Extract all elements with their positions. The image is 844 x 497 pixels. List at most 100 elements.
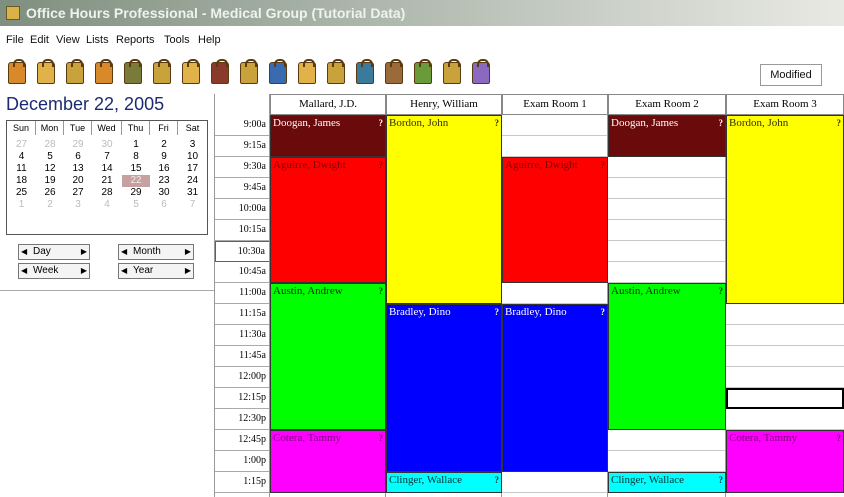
appointment-info-icon[interactable]: ?: [495, 116, 500, 130]
appointment-block[interactable]: Cotera, Tammy?: [270, 430, 386, 493]
appointment-block[interactable]: Clinger, Wallace?: [608, 472, 726, 493]
appointment-block[interactable]: Doogan, James?: [608, 115, 726, 157]
appointment-info-icon[interactable]: ?: [719, 473, 724, 487]
month-nav-button[interactable]: Month: [118, 244, 194, 260]
calendar-day[interactable]: 29: [122, 187, 150, 199]
toolbar-icon-5[interactable]: [124, 59, 142, 84]
calendar-day[interactable]: 30: [92, 139, 122, 151]
toolbar-icon-3[interactable]: [66, 59, 84, 84]
appointment-info-icon[interactable]: ?: [379, 284, 384, 298]
appointment-info-icon[interactable]: ?: [837, 116, 842, 130]
menu-help[interactable]: Help: [198, 34, 221, 46]
calendar-day[interactable]: 29: [64, 139, 92, 151]
appointment-block[interactable]: Cotera, Tammy?: [726, 430, 844, 493]
calendar-day[interactable]: 15: [122, 163, 150, 175]
calendar-day[interactable]: 11: [7, 163, 36, 175]
calendar-day[interactable]: 7: [178, 199, 207, 211]
appointment-info-icon[interactable]: ?: [837, 431, 842, 445]
calendar-day[interactable]: 23: [150, 175, 178, 187]
appointment-info-icon[interactable]: ?: [379, 158, 384, 172]
toolbar-icon-4[interactable]: [95, 59, 113, 84]
toolbar-icon-13[interactable]: [356, 59, 374, 84]
year-nav-button[interactable]: Year: [118, 263, 194, 279]
calendar-day[interactable]: 10: [178, 151, 207, 163]
menu-file[interactable]: File: [6, 34, 24, 46]
calendar-day[interactable]: 27: [64, 187, 92, 199]
calendar-day[interactable]: 25: [7, 187, 36, 199]
appointment-info-icon[interactable]: ?: [601, 158, 606, 172]
appointment-block[interactable]: Aguirre, Dwight?: [502, 157, 608, 283]
toolbar-icon-7[interactable]: [182, 59, 200, 84]
calendar-day[interactable]: 16: [150, 163, 178, 175]
appointment-block[interactable]: Austin, Andrew?: [270, 283, 386, 430]
selected-slot[interactable]: [726, 388, 844, 409]
calendar-day[interactable]: 30: [150, 187, 178, 199]
toolbar-icon-8[interactable]: [211, 59, 229, 84]
column-header-5[interactable]: Exam Room 3: [726, 94, 844, 115]
column-header-3[interactable]: Exam Room 1: [502, 94, 608, 115]
toolbar-icon-15[interactable]: [414, 59, 432, 84]
appointment-info-icon[interactable]: ?: [495, 473, 500, 487]
calendar-day[interactable]: 19: [36, 175, 64, 187]
calendar-day[interactable]: 1: [7, 199, 36, 211]
menu-view[interactable]: View: [56, 34, 80, 46]
appointment-block[interactable]: Clinger, Wallace?: [386, 472, 502, 493]
calendar-day[interactable]: 28: [36, 139, 64, 151]
calendar-day[interactable]: 9: [150, 151, 178, 163]
appointment-info-icon[interactable]: ?: [379, 116, 384, 130]
calendar-day[interactable]: 24: [178, 175, 207, 187]
column-header-2[interactable]: Henry, William: [386, 94, 502, 115]
calendar-day[interactable]: 21: [92, 175, 122, 187]
menu-reports[interactable]: Reports: [116, 34, 155, 46]
toolbar-icon-10[interactable]: [269, 59, 287, 84]
toolbar-icon-14[interactable]: [385, 59, 403, 84]
day-nav-button[interactable]: Day: [18, 244, 90, 260]
calendar-day[interactable]: 17: [178, 163, 207, 175]
calendar-day[interactable]: 5: [122, 199, 150, 211]
calendar-day[interactable]: 12: [36, 163, 64, 175]
calendar-day[interactable]: 28: [92, 187, 122, 199]
calendar-day[interactable]: 31: [178, 187, 207, 199]
column-header-4[interactable]: Exam Room 2: [608, 94, 726, 115]
calendar-day[interactable]: 20: [64, 175, 92, 187]
calendar-day[interactable]: 2: [150, 139, 178, 151]
calendar-day[interactable]: 22: [122, 175, 150, 187]
appointment-info-icon[interactable]: ?: [495, 305, 500, 319]
appointment-block[interactable]: Doogan, James?: [270, 115, 386, 157]
appointment-block[interactable]: Austin, Andrew?: [608, 283, 726, 430]
appointment-info-icon[interactable]: ?: [379, 431, 384, 445]
calendar-day[interactable]: 27: [7, 139, 36, 151]
calendar-day[interactable]: 18: [7, 175, 36, 187]
toolbar-icon-1[interactable]: [8, 59, 26, 84]
menu-tools[interactable]: Tools: [164, 34, 190, 46]
appointment-block[interactable]: Bordon, John?: [726, 115, 844, 304]
calendar-day[interactable]: 6: [64, 151, 92, 163]
mini-calendar[interactable]: Sun Mon Tue Wed Thu Fri Sat 27 28 29 30 1 2 3 4…: [6, 120, 208, 235]
toolbar-icon-2[interactable]: [37, 59, 55, 84]
calendar-day[interactable]: 3: [64, 199, 92, 211]
menu-lists[interactable]: Lists: [86, 34, 109, 46]
calendar-day[interactable]: 6: [150, 199, 178, 211]
toolbar-icon-17[interactable]: [472, 59, 490, 84]
toolbar-icon-11[interactable]: [298, 59, 316, 84]
appointment-block[interactable]: Bradley, Dino?: [502, 304, 608, 472]
week-nav-button[interactable]: Week: [18, 263, 90, 279]
toolbar-icon-9[interactable]: [240, 59, 258, 84]
menu-edit[interactable]: Edit: [30, 34, 49, 46]
calendar-day[interactable]: 4: [92, 199, 122, 211]
calendar-day[interactable]: 2: [36, 199, 64, 211]
appointment-info-icon[interactable]: ?: [601, 305, 606, 319]
appointment-block[interactable]: Bradley, Dino?: [386, 304, 502, 472]
calendar-day[interactable]: 8: [122, 151, 150, 163]
column-header-1[interactable]: Mallard, J.D.: [270, 94, 386, 115]
toolbar-icon-6[interactable]: [153, 59, 171, 84]
calendar-day[interactable]: 3: [178, 139, 207, 151]
calendar-day[interactable]: 7: [92, 151, 122, 163]
calendar-day[interactable]: 4: [7, 151, 36, 163]
appointment-block[interactable]: Aguirre, Dwight?: [270, 157, 386, 283]
appointment-block[interactable]: Bordon, John?: [386, 115, 502, 304]
calendar-day[interactable]: 1: [122, 139, 150, 151]
toolbar-icon-16[interactable]: [443, 59, 461, 84]
appointment-info-icon[interactable]: ?: [719, 284, 724, 298]
toolbar-icon-12[interactable]: [327, 59, 345, 84]
